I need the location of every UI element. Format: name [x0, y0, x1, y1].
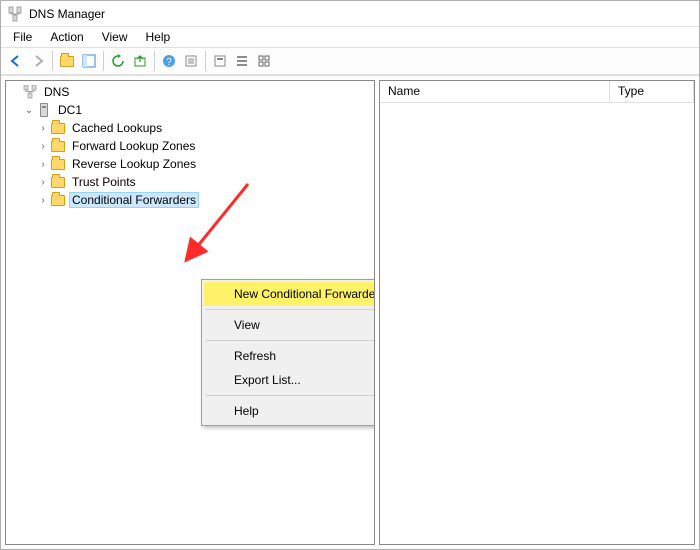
refresh-button[interactable] [107, 50, 129, 72]
folder-icon [50, 174, 66, 190]
tree-item-trust-points[interactable]: › Trust Points [6, 173, 374, 191]
tree-item-forward-lookup-zones[interactable]: › Forward Lookup Zones [6, 137, 374, 155]
list-body-empty [380, 103, 694, 544]
menu-action[interactable]: Action [42, 29, 91, 45]
dns-manager-window: DNS Manager File Action View Help ? [0, 0, 700, 550]
main-body: DNS ⌄ DC1 › Cached Lookups › Forward Loo… [1, 75, 699, 549]
ctx-view[interactable]: View ▶ [204, 313, 375, 337]
tree-item-label: Trust Points [70, 175, 138, 189]
column-type[interactable]: Type [610, 81, 694, 102]
window-title: DNS Manager [29, 7, 105, 21]
ctx-separator [206, 340, 375, 341]
tree-root-label: DNS [42, 85, 71, 99]
ctx-separator [206, 395, 375, 396]
server-icon [36, 102, 52, 118]
menubar: File Action View Help [1, 27, 699, 47]
nav-forward-button[interactable] [27, 50, 49, 72]
tree-root-dns[interactable]: DNS [6, 83, 374, 101]
folder-icon [50, 138, 66, 154]
tree-item-label: Conditional Forwarders [70, 193, 198, 207]
ctx-item-label: Refresh [234, 349, 276, 363]
menu-file[interactable]: File [5, 29, 40, 45]
tree-item-reverse-lookup-zones[interactable]: › Reverse Lookup Zones [6, 155, 374, 173]
ctx-new-conditional-forwarder[interactable]: New Conditional Forwarder... [204, 282, 375, 306]
tree-server-dc1[interactable]: ⌄ DC1 [6, 101, 374, 119]
expand-icon[interactable]: ⌄ [22, 105, 36, 116]
nav-back-button[interactable] [5, 50, 27, 72]
folder-icon [50, 120, 66, 136]
properties-button[interactable] [180, 50, 202, 72]
view-list-button[interactable] [231, 50, 253, 72]
ctx-separator [206, 309, 375, 310]
tree-item-label: Forward Lookup Zones [70, 139, 197, 153]
expand-icon[interactable]: › [36, 123, 50, 134]
show-hide-tree-button[interactable] [78, 50, 100, 72]
column-name[interactable]: Name [380, 81, 610, 102]
list-pane[interactable]: Name Type [379, 80, 695, 545]
menu-help[interactable]: Help [138, 29, 179, 45]
svg-text:?: ? [166, 57, 172, 68]
expand-icon[interactable]: › [36, 195, 50, 206]
dns-tree: DNS ⌄ DC1 › Cached Lookups › Forward Loo… [6, 81, 374, 211]
expand-icon[interactable]: › [36, 177, 50, 188]
ctx-help[interactable]: Help [204, 399, 375, 423]
folder-icon [60, 56, 74, 67]
ctx-export-list[interactable]: Export List... [204, 368, 375, 392]
toolbar: ? [1, 47, 699, 75]
view-details-button[interactable] [253, 50, 275, 72]
ctx-item-label: View [234, 318, 260, 332]
context-menu: New Conditional Forwarder... View ▶ Refr… [201, 279, 375, 426]
tree-item-label: Cached Lookups [70, 121, 164, 135]
expand-icon[interactable]: › [36, 159, 50, 170]
ctx-refresh[interactable]: Refresh [204, 344, 375, 368]
tree-item-conditional-forwarders[interactable]: › Conditional Forwarders [6, 191, 374, 209]
ctx-item-label: Export List... [234, 373, 301, 387]
list-header: Name Type [380, 81, 694, 103]
expand-icon[interactable]: › [36, 141, 50, 152]
ctx-item-label: New Conditional Forwarder... [234, 287, 375, 301]
menu-view[interactable]: View [94, 29, 136, 45]
tree-item-label: Reverse Lookup Zones [70, 157, 198, 171]
dns-app-icon [7, 6, 23, 22]
dns-root-icon [22, 84, 38, 100]
tree-server-label: DC1 [56, 103, 84, 117]
tree-pane[interactable]: DNS ⌄ DC1 › Cached Lookups › Forward Loo… [5, 80, 375, 545]
folder-icon [50, 192, 66, 208]
help-button[interactable]: ? [158, 50, 180, 72]
tree-item-cached-lookups[interactable]: › Cached Lookups [6, 119, 374, 137]
up-level-button[interactable] [56, 50, 78, 72]
ctx-item-label: Help [234, 404, 259, 418]
filter-button[interactable] [209, 50, 231, 72]
export-button[interactable] [129, 50, 151, 72]
titlebar: DNS Manager [1, 1, 699, 27]
folder-icon [50, 156, 66, 172]
